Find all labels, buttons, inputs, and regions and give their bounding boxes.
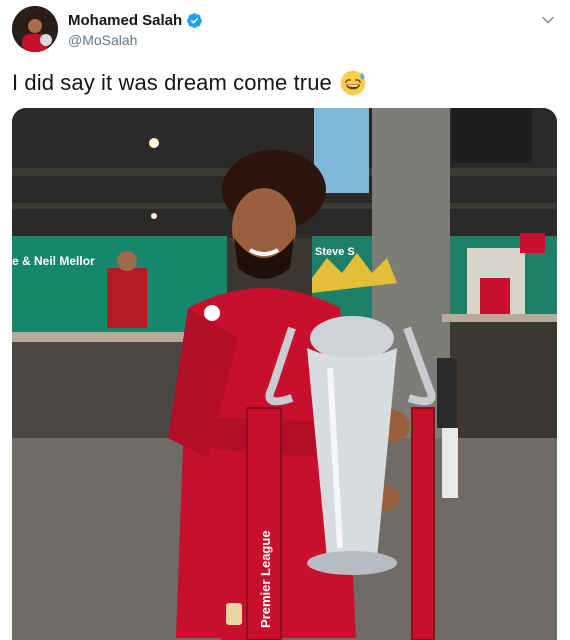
chevron-down-icon[interactable] [538, 10, 558, 30]
tweet-photo[interactable]: e & Neil Mellor Steve S Premier League [12, 108, 557, 640]
tweet-text-body: I did say it was dream come true [12, 70, 332, 95]
tweet-text: I did say it was dream come true [12, 70, 366, 96]
author-display-name[interactable]: Mohamed Salah [68, 12, 182, 29]
wall-caption-left: e & Neil Mellor [12, 254, 95, 268]
grinning-sweat-emoji-icon [340, 70, 366, 96]
author-name[interactable]: Mohamed Salah [68, 12, 203, 29]
author-avatar[interactable] [12, 6, 58, 52]
photo-image: e & Neil Mellor Steve S Premier League [12, 108, 557, 640]
profile-photo-icon [12, 6, 58, 52]
author-handle[interactable]: @MoSalah [68, 32, 137, 48]
tweet-card: Mohamed Salah @MoSalah I did say it was … [0, 0, 570, 640]
verified-badge-icon [187, 13, 203, 28]
sash-text: Premier League [258, 530, 273, 628]
wall-caption-right: Steve S [315, 246, 355, 258]
